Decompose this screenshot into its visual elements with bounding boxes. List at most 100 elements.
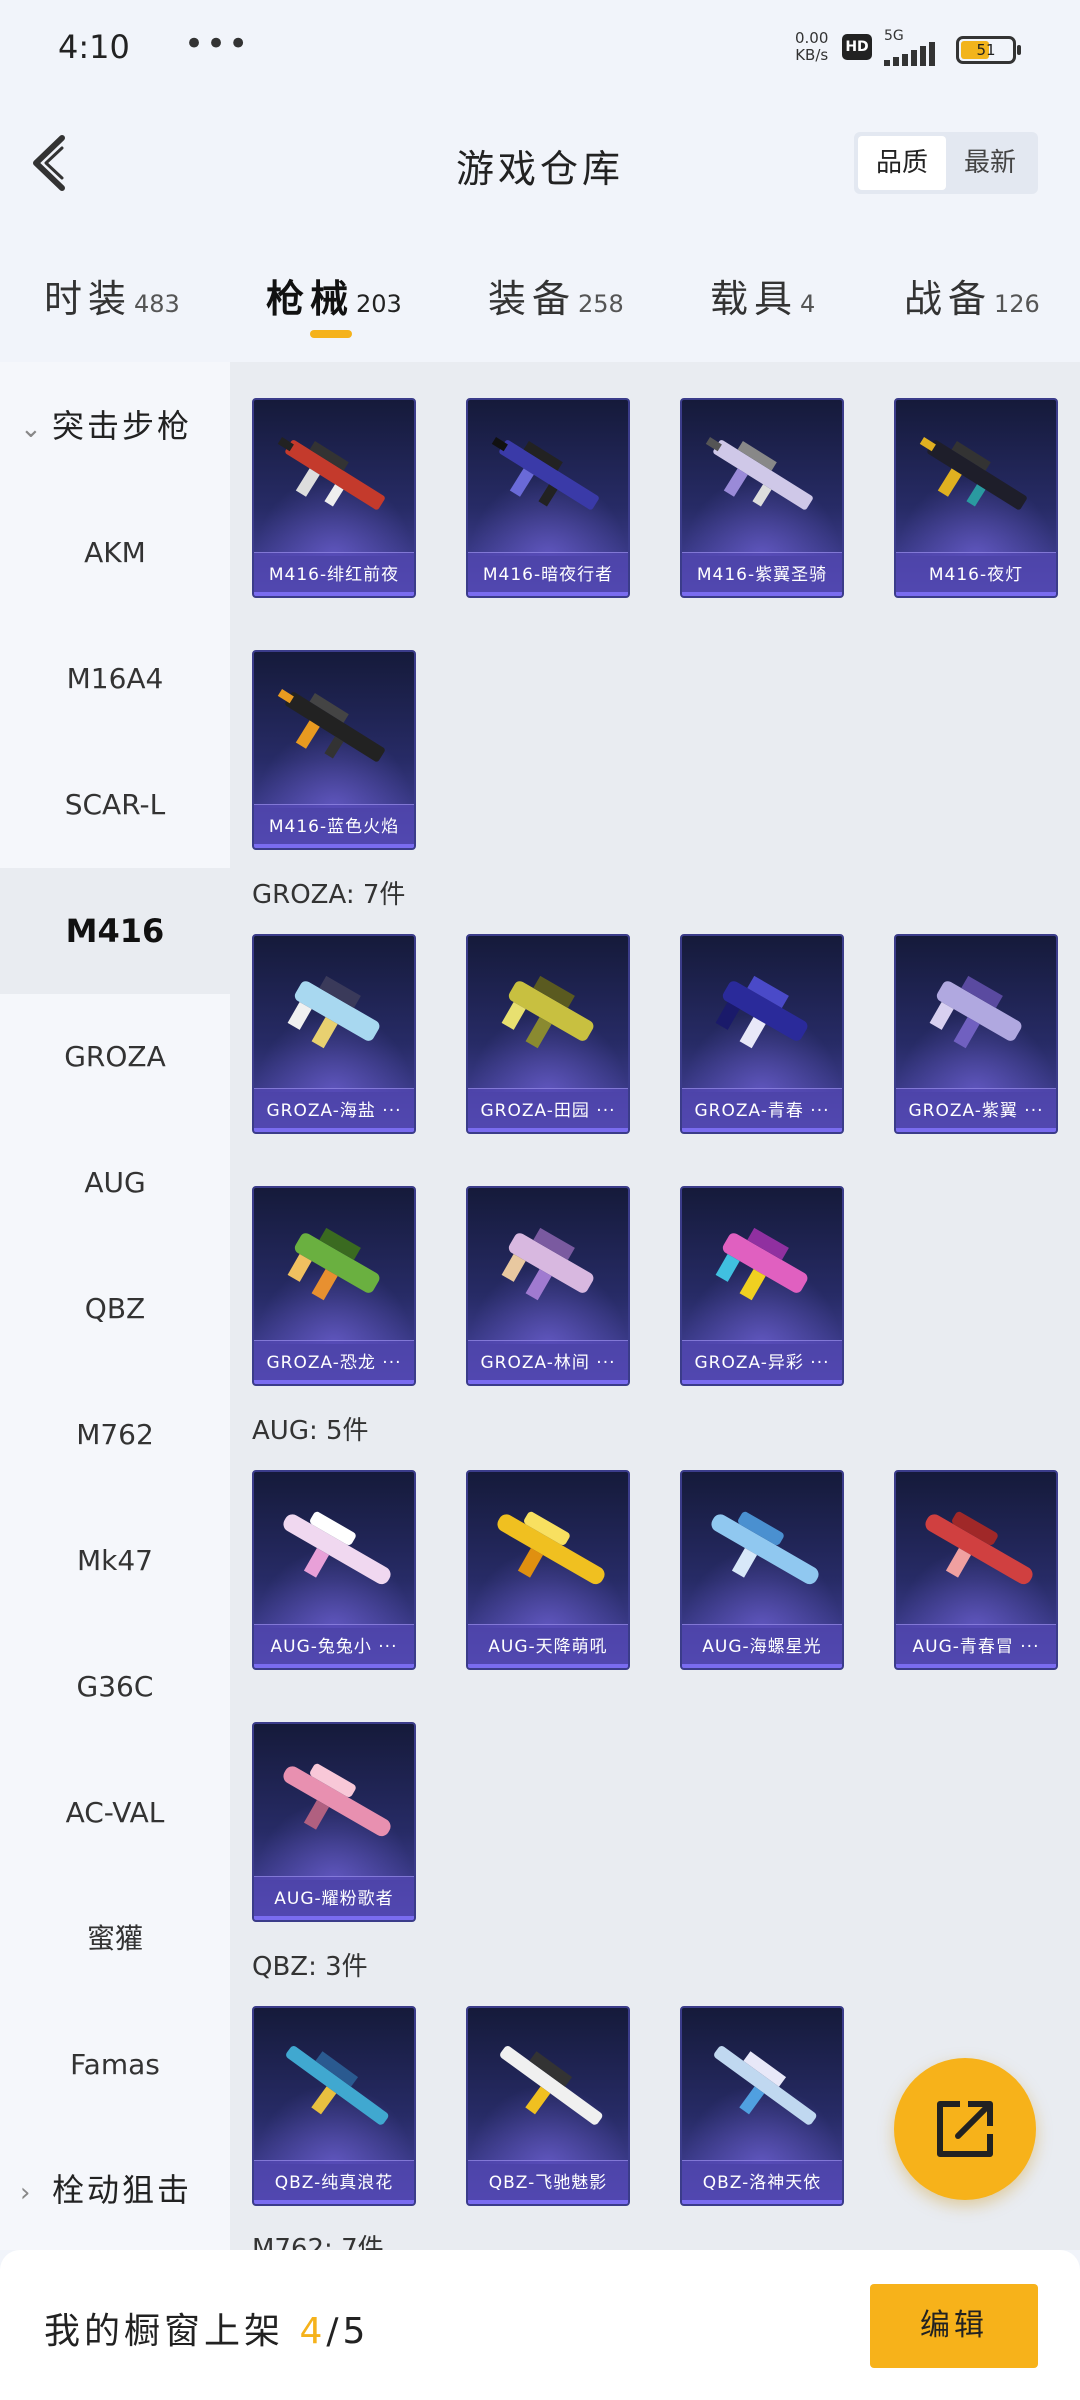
tab-guns[interactable]: 枪械203: [266, 268, 402, 338]
tab-equipment[interactable]: 装备258: [488, 268, 624, 338]
skin-card[interactable]: GROZA-异彩 ···: [680, 1186, 844, 1386]
skin-card[interactable]: GROZA-田园 ···: [466, 934, 630, 1134]
rifle-skin-icon: [919, 437, 1027, 510]
sidebar-item-g36c[interactable]: G36C: [0, 1624, 230, 1750]
skin-name: QBZ-洛神天依: [682, 2160, 842, 2204]
network-speed-value: 0.00: [795, 29, 829, 47]
sidebar-item-akm[interactable]: AKM: [0, 490, 230, 616]
sidebar-item-m16a4[interactable]: M16A4: [0, 616, 230, 742]
chevron-down-icon: ⌄: [20, 414, 45, 444]
skin-card[interactable]: AUG-耀粉歌者: [252, 1722, 416, 1922]
section-label-qbz: QBZ: 3件: [252, 1952, 368, 1982]
rifle-skin-icon: [283, 1511, 391, 1585]
skin-card[interactable]: QBZ-飞驰魅影: [466, 2006, 630, 2206]
share-button[interactable]: [894, 2058, 1036, 2200]
sidebar-item-ac-val[interactable]: AC-VAL: [0, 1750, 230, 1876]
sidebar-group-assault-rifles[interactable]: ⌄ 突击步枪: [0, 376, 230, 476]
skin-card[interactable]: GROZA-林间 ···: [466, 1186, 630, 1386]
more-notifications-icon: •••: [184, 24, 251, 64]
skin-card[interactable]: M416-绯红前夜: [252, 398, 416, 598]
skin-name: AUG-耀粉歌者: [254, 1876, 414, 1920]
tab-label: 装备: [488, 277, 577, 321]
edit-button[interactable]: 编辑: [870, 2284, 1038, 2368]
rifle-skin-icon: [491, 437, 599, 510]
showcase-label: 我的橱窗上架: [44, 2311, 285, 2352]
sidebar-item-scar-l[interactable]: SCAR-L: [0, 742, 230, 868]
sidebar-item-groza[interactable]: GROZA: [0, 994, 230, 1120]
tab-label: 时装: [44, 277, 133, 321]
skin-card[interactable]: M416-紫翼圣骑: [680, 398, 844, 598]
skin-card[interactable]: M416-暗夜行者: [466, 398, 630, 598]
rifle-skin-icon: [929, 975, 1022, 1049]
sidebar-item-qbz[interactable]: QBZ: [0, 1246, 230, 1372]
skin-name: M416-暗夜行者: [468, 552, 628, 596]
sidebar-item-aug[interactable]: AUG: [0, 1120, 230, 1246]
sidebar-item-famas[interactable]: Famas: [0, 2002, 230, 2128]
skin-name: AUG-天降萌吼: [468, 1624, 628, 1668]
weapon-grid: M416-绯红前夜 M416-暗夜行者 M416-紫翼圣骑 M416-夜灯 M4…: [230, 362, 1080, 2250]
section-label-m762: M762: 7件: [252, 2234, 384, 2250]
tab-label: 战备: [904, 277, 993, 321]
rifle-skin-icon: [714, 2046, 817, 2125]
skin-name: QBZ-飞驰魅影: [468, 2160, 628, 2204]
skin-card[interactable]: QBZ-纯真浪花: [252, 2006, 416, 2206]
rifle-skin-icon: [283, 1763, 391, 1837]
sort-newest-button[interactable]: 最新: [946, 136, 1034, 190]
skin-card[interactable]: AUG-青春冒 ···: [894, 1470, 1058, 1670]
rifle-skin-icon: [501, 975, 594, 1049]
sidebar-item-m762[interactable]: M762: [0, 1372, 230, 1498]
skin-card[interactable]: M416-蓝色火焰: [252, 650, 416, 850]
sidebar-item-m416[interactable]: M416: [0, 868, 230, 994]
hd-icon: HD: [842, 34, 872, 60]
status-time: 4:10: [58, 28, 130, 66]
rifle-skin-icon: [277, 689, 385, 762]
signal-icon: [884, 42, 944, 66]
network-speed-unit: KB/s: [795, 46, 829, 64]
skin-card[interactable]: M416-夜灯: [894, 398, 1058, 598]
skin-name: M416-蓝色火焰: [254, 804, 414, 848]
sidebar-item-honey-badger[interactable]: 蜜獾: [0, 1876, 230, 2002]
skin-name: AUG-青春冒 ···: [896, 1624, 1056, 1668]
skin-card[interactable]: AUG-兔兔小 ···: [252, 1470, 416, 1670]
tab-combat-supplies[interactable]: 战备126: [904, 268, 1040, 338]
showcase-status: 我的橱窗上架 4/5: [44, 2302, 369, 2354]
tab-count: 258: [578, 290, 624, 318]
sidebar-item-mk47[interactable]: Mk47: [0, 1498, 230, 1624]
rifle-skin-icon: [277, 437, 385, 510]
skin-card[interactable]: AUG-天降萌吼: [466, 1470, 630, 1670]
tab-fashion[interactable]: 时装483: [44, 268, 180, 338]
tab-count: 203: [356, 290, 402, 318]
external-link-icon: [937, 2101, 993, 2157]
header: 游戏仓库 品质 最新: [0, 96, 1080, 232]
status-bar: 4:10 ••• 0.00 KB/s HD 5G 51: [0, 0, 1080, 96]
battery-icon: 51: [956, 36, 1021, 64]
skin-card[interactable]: GROZA-海盐 ···: [252, 934, 416, 1134]
skin-name: GROZA-林间 ···: [468, 1340, 628, 1384]
sidebar-group-bolt-action[interactable]: › 栓动狙击: [0, 2140, 230, 2240]
category-tabs: 时装483 枪械203 装备258 载具4 战备126: [0, 250, 1080, 362]
rifle-skin-icon: [287, 975, 380, 1049]
tab-label: 枪械: [266, 277, 355, 321]
skin-card[interactable]: GROZA-青春 ···: [680, 934, 844, 1134]
skin-card[interactable]: GROZA-紫翼 ···: [894, 934, 1058, 1134]
skin-name: M416-紫翼圣骑: [682, 552, 842, 596]
rifle-skin-icon: [286, 2046, 389, 2125]
rifle-skin-icon: [715, 975, 808, 1049]
tab-vehicles[interactable]: 载具4: [710, 268, 815, 338]
sidebar-group-label: 栓动狙击: [52, 2171, 193, 2209]
skin-name: AUG-海螺星光: [682, 1624, 842, 1668]
sort-toggle: 品质 最新: [854, 132, 1038, 194]
section-label-aug: AUG: 5件: [252, 1416, 369, 1446]
rifle-skin-icon: [501, 1227, 594, 1301]
skin-card[interactable]: AUG-海螺星光: [680, 1470, 844, 1670]
tab-count: 483: [134, 290, 180, 318]
sort-quality-button[interactable]: 品质: [858, 136, 946, 190]
rifle-skin-icon: [925, 1511, 1033, 1585]
section-label-groza: GROZA: 7件: [252, 880, 406, 910]
skin-name: M416-夜灯: [896, 552, 1056, 596]
network-speed: 0.00 KB/s: [795, 30, 828, 64]
tab-count: 4: [800, 290, 816, 318]
skin-card[interactable]: GROZA-恐龙 ···: [252, 1186, 416, 1386]
skin-card[interactable]: QBZ-洛神天依: [680, 2006, 844, 2206]
skin-name: GROZA-恐龙 ···: [254, 1340, 414, 1384]
